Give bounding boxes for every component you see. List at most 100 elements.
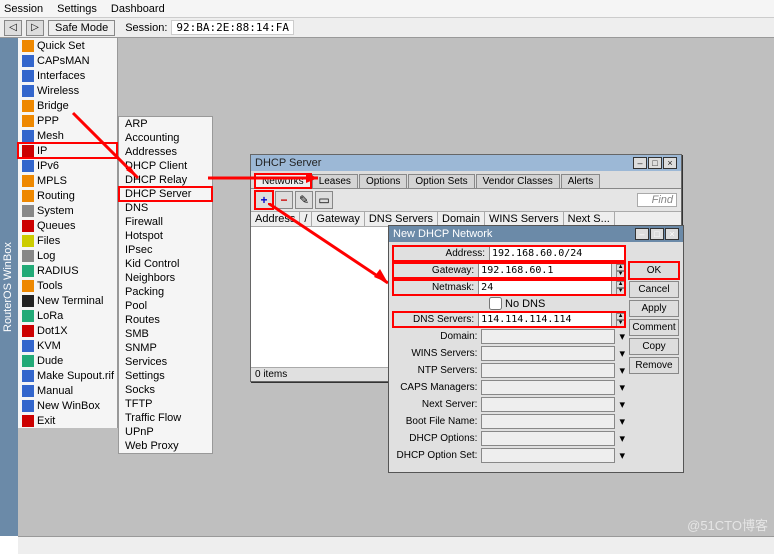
- column-header[interactable]: Gateway: [312, 212, 364, 226]
- submenu-item[interactable]: Addresses: [119, 145, 212, 159]
- column-header[interactable]: WINS Servers: [485, 212, 564, 226]
- dns-input[interactable]: [478, 312, 612, 327]
- sidebar-item-capsman[interactable]: CAPsMAN: [18, 53, 117, 68]
- comment-button[interactable]: Comment: [629, 319, 679, 336]
- sidebar-item-ppp[interactable]: PPP: [18, 113, 117, 128]
- sidebar-item-files[interactable]: Files: [18, 233, 117, 248]
- sidebar-item-ipv6[interactable]: IPv6: [18, 158, 117, 173]
- tab-networks[interactable]: Networks: [255, 174, 311, 188]
- close-icon[interactable]: ×: [663, 157, 677, 169]
- submenu-item[interactable]: UPnP: [119, 425, 212, 439]
- sidebar-item-routing[interactable]: Routing: [18, 188, 117, 203]
- filter-icon[interactable]: ▭: [315, 191, 333, 209]
- back-button[interactable]: ◁: [4, 20, 22, 36]
- sidebar-item-radius[interactable]: RADIUS: [18, 263, 117, 278]
- column-header[interactable]: Domain: [438, 212, 485, 226]
- expand-icon[interactable]: ▾: [619, 330, 625, 343]
- submenu-item[interactable]: Settings: [119, 369, 212, 383]
- submenu-item[interactable]: Pool: [119, 299, 212, 313]
- dns-spinner[interactable]: ▲▼: [616, 313, 625, 327]
- column-header[interactable]: DNS Servers: [365, 212, 438, 226]
- sidebar-item-make-supout-rif[interactable]: Make Supout.rif: [18, 368, 117, 383]
- menu-session[interactable]: Session: [4, 3, 43, 15]
- sidebar-item-mpls[interactable]: MPLS: [18, 173, 117, 188]
- window-titlebar[interactable]: DHCP Server – □ ×: [251, 155, 681, 171]
- sidebar-item-new-terminal[interactable]: New Terminal: [18, 293, 117, 308]
- submenu-item[interactable]: Routes: [119, 313, 212, 327]
- forward-button[interactable]: ▷: [26, 20, 44, 36]
- comment-icon[interactable]: ✎: [295, 191, 313, 209]
- opts-input[interactable]: [481, 431, 615, 446]
- maximize-icon[interactable]: □: [648, 157, 662, 169]
- sidebar-item-ip[interactable]: IP: [18, 143, 117, 158]
- close-icon[interactable]: ×: [665, 228, 679, 240]
- sidebar-item-dot1x[interactable]: Dot1X: [18, 323, 117, 338]
- submenu-item[interactable]: Services: [119, 355, 212, 369]
- submenu-item[interactable]: Web Proxy: [119, 439, 212, 453]
- add-button[interactable]: +: [255, 191, 273, 209]
- tab-leases[interactable]: Leases: [312, 174, 358, 188]
- dialog-titlebar[interactable]: New DHCP Network – □ ×: [389, 226, 683, 242]
- sidebar-item-kvm[interactable]: KVM: [18, 338, 117, 353]
- expand-icon[interactable]: ▾: [619, 415, 625, 428]
- sidebar-item-mesh[interactable]: Mesh: [18, 128, 117, 143]
- expand-icon[interactable]: ▾: [619, 364, 625, 377]
- maximize-icon[interactable]: □: [650, 228, 664, 240]
- gateway-input[interactable]: [478, 263, 612, 278]
- submenu-item[interactable]: DHCP Relay: [119, 173, 212, 187]
- submenu-item[interactable]: Traffic Flow: [119, 411, 212, 425]
- tab-options[interactable]: Options: [359, 174, 407, 188]
- minimize-icon[interactable]: –: [633, 157, 647, 169]
- netmask-spinner[interactable]: ▲▼: [616, 281, 625, 295]
- safe-mode-button[interactable]: Safe Mode: [48, 20, 115, 36]
- submenu-item[interactable]: DHCP Client: [119, 159, 212, 173]
- remove-button[interactable]: −: [275, 191, 293, 209]
- expand-icon[interactable]: ▾: [619, 398, 625, 411]
- expand-icon[interactable]: ▾: [619, 432, 625, 445]
- submenu-item[interactable]: TFTP: [119, 397, 212, 411]
- domain-input[interactable]: [481, 329, 615, 344]
- tab-alerts[interactable]: Alerts: [561, 174, 601, 188]
- sidebar-item-bridge[interactable]: Bridge: [18, 98, 117, 113]
- minimize-icon[interactable]: –: [635, 228, 649, 240]
- boot-input[interactable]: [481, 414, 615, 429]
- submenu-item[interactable]: SMB: [119, 327, 212, 341]
- ntp-input[interactable]: [481, 363, 615, 378]
- expand-icon[interactable]: ▾: [619, 381, 625, 394]
- sidebar-item-tools[interactable]: Tools: [18, 278, 117, 293]
- sidebar-item-quick-set[interactable]: Quick Set: [18, 38, 117, 53]
- menu-settings[interactable]: Settings: [57, 3, 97, 15]
- submenu-item[interactable]: Kid Control: [119, 257, 212, 271]
- optset-input[interactable]: [481, 448, 615, 463]
- sidebar-item-exit[interactable]: Exit: [18, 413, 117, 428]
- sidebar-item-dude[interactable]: Dude: [18, 353, 117, 368]
- caps-input[interactable]: [481, 380, 615, 395]
- address-input[interactable]: [489, 246, 625, 261]
- expand-icon[interactable]: ▾: [619, 449, 625, 462]
- column-header[interactable]: Address: [251, 212, 300, 226]
- sidebar-item-manual[interactable]: Manual: [18, 383, 117, 398]
- submenu-item[interactable]: Socks: [119, 383, 212, 397]
- next-input[interactable]: [481, 397, 615, 412]
- apply-button[interactable]: Apply: [629, 300, 679, 317]
- tab-option-sets[interactable]: Option Sets: [408, 174, 474, 188]
- remove-button[interactable]: Remove: [629, 357, 679, 374]
- submenu-item[interactable]: Accounting: [119, 131, 212, 145]
- sidebar-item-wireless[interactable]: Wireless: [18, 83, 117, 98]
- gateway-spinner[interactable]: ▲▼: [616, 264, 625, 278]
- sidebar-item-interfaces[interactable]: Interfaces: [18, 68, 117, 83]
- cancel-button[interactable]: Cancel: [629, 281, 679, 298]
- expand-icon[interactable]: ▾: [619, 347, 625, 360]
- netmask-input[interactable]: [478, 280, 612, 295]
- sidebar-item-lora[interactable]: LoRa: [18, 308, 117, 323]
- column-header[interactable]: /: [300, 212, 312, 226]
- submenu-item[interactable]: Neighbors: [119, 271, 212, 285]
- sidebar-item-system[interactable]: System: [18, 203, 117, 218]
- sidebar-item-log[interactable]: Log: [18, 248, 117, 263]
- find-input[interactable]: Find: [637, 193, 677, 207]
- copy-button[interactable]: Copy: [629, 338, 679, 355]
- submenu-item[interactable]: Hotspot: [119, 229, 212, 243]
- submenu-item[interactable]: Packing: [119, 285, 212, 299]
- submenu-item[interactable]: IPsec: [119, 243, 212, 257]
- sidebar-item-queues[interactable]: Queues: [18, 218, 117, 233]
